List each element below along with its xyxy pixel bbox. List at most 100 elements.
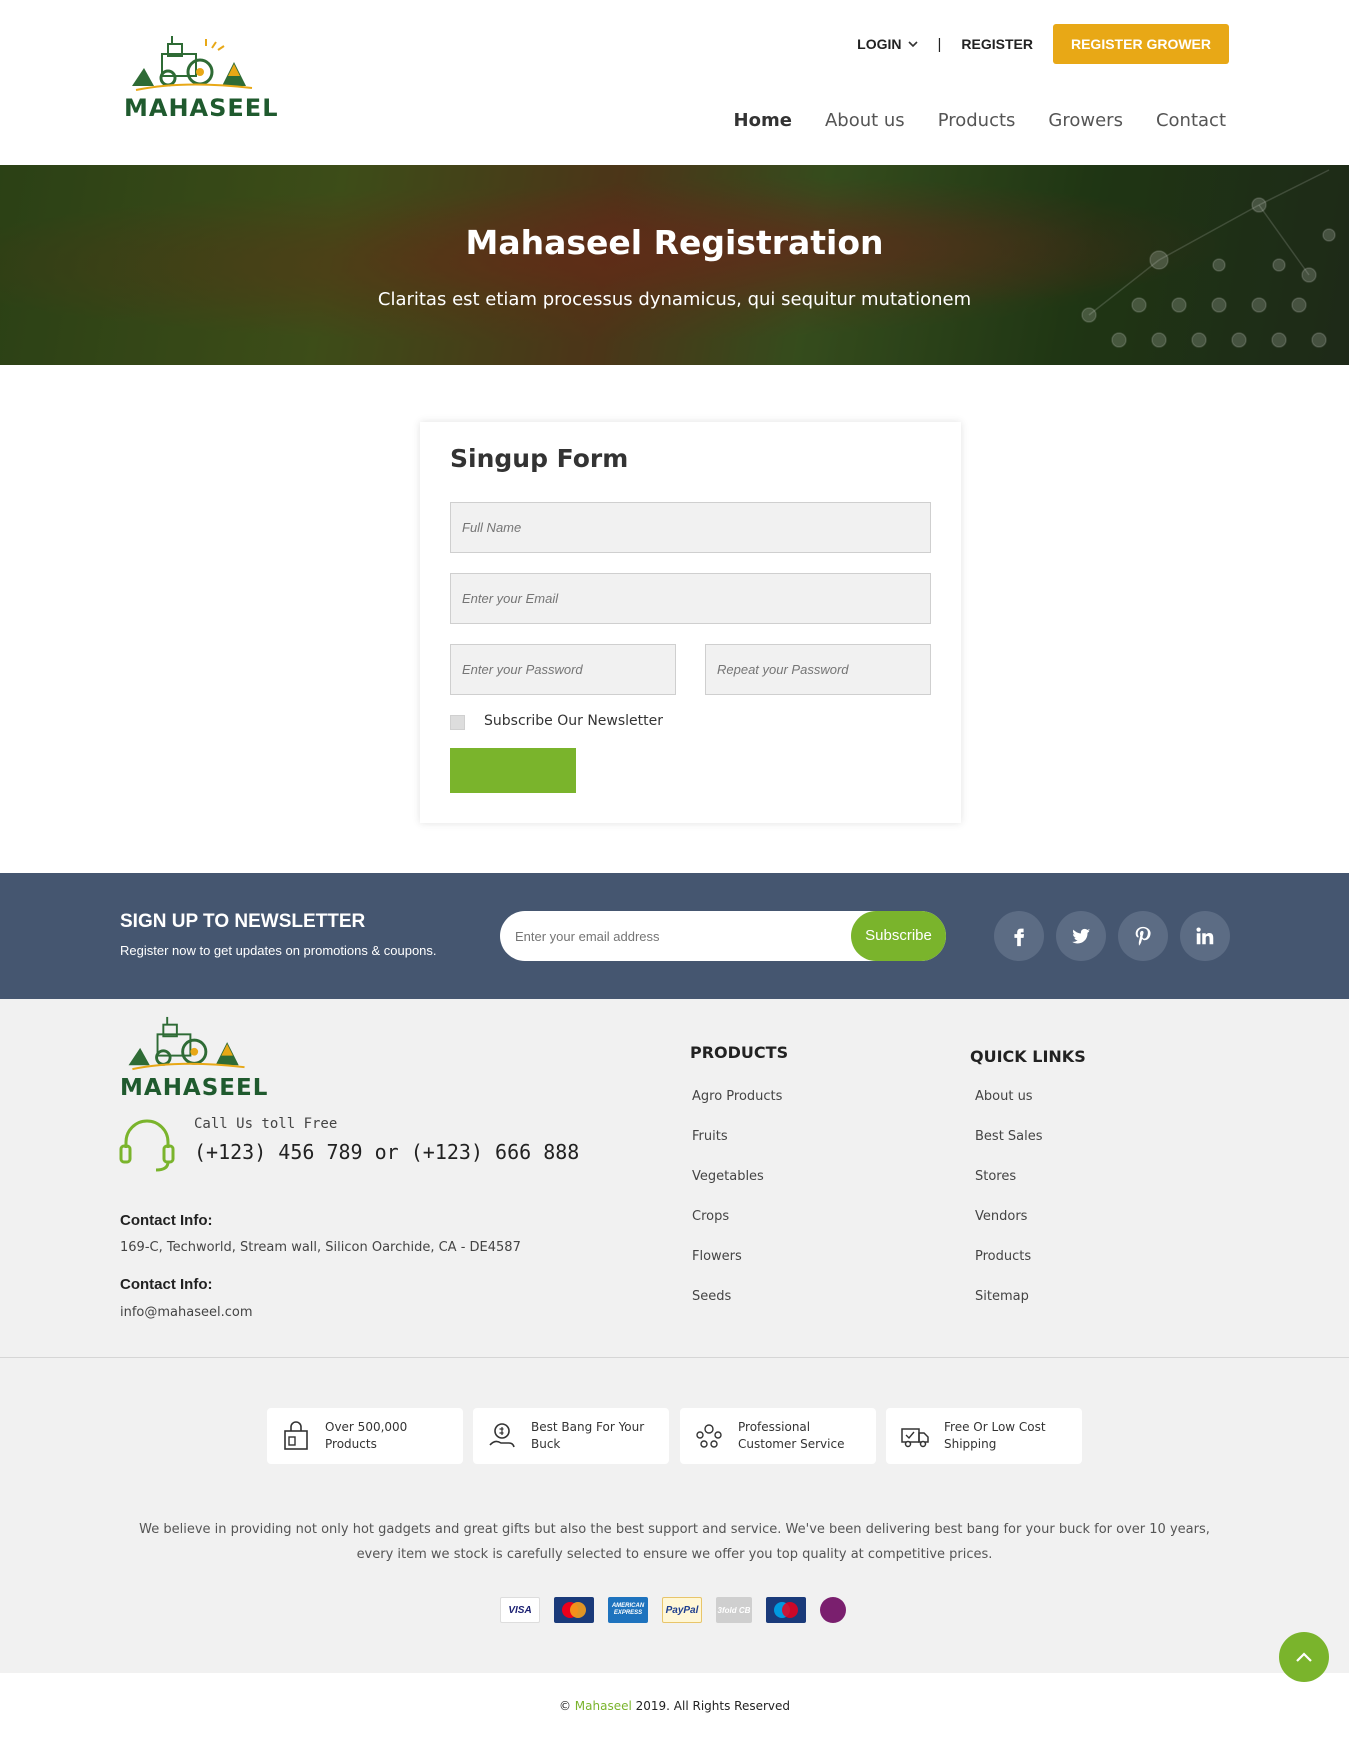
footer-link-sitemap[interactable]: Sitemap <box>975 1289 1043 1329</box>
pinterest-button[interactable] <box>1118 911 1168 961</box>
newsletter-title: SIGN UP TO NEWSLETTER <box>120 911 366 932</box>
mahaseel-logo[interactable]: MAHASEEL <box>124 34 277 122</box>
payment-methods: VISA AMERICAN EXPRESS PayPal 3fold CB <box>500 1597 846 1623</box>
shopping-bag-icon <box>284 1421 308 1450</box>
feature-products-text: Over 500,000 Products <box>325 1419 407 1453</box>
hero-title-bold: Registration <box>653 223 884 262</box>
footer-link-products[interactable]: Products <box>975 1249 1043 1289</box>
register-grower-button[interactable]: REGISTER GROWER <box>1052 24 1229 64</box>
password-input[interactable] <box>450 644 676 695</box>
products-links: Agro Products Fruits Vegetables Crops Fl… <box>692 1089 782 1329</box>
maestro-circles <box>774 1602 798 1618</box>
quick-links-column-title: QUICK LINKS <box>970 1047 1086 1066</box>
mastercard-icon <box>554 1597 594 1623</box>
linkedin-icon <box>1196 927 1214 945</box>
footer-link-crops[interactable]: Crops <box>692 1209 782 1249</box>
back-to-top-button[interactable] <box>1279 1632 1329 1682</box>
feature-shipping: Free Or Low Cost Shipping <box>886 1408 1082 1464</box>
footer-logo[interactable]: MAHASEEL <box>120 1015 267 1101</box>
feature-customer-service: Professional Customer Service <box>680 1408 876 1464</box>
footer-link-flowers[interactable]: Flowers <box>692 1249 782 1289</box>
phone-number[interactable]: (+123) 456 789 or (+123) 666 888 <box>194 1140 579 1164</box>
chevron-up-icon <box>1296 1652 1312 1662</box>
chevron-down-icon <box>907 40 918 47</box>
footer-link-best-sales[interactable]: Best Sales <box>975 1129 1043 1169</box>
nav-home[interactable]: Home <box>734 110 792 131</box>
facebook-icon <box>1014 928 1025 947</box>
contact-address: 169-C, Techworld, Stream wall, Silicon O… <box>120 1240 521 1255</box>
feature-best-bang-line2: Buck <box>531 1437 561 1451</box>
site-header: MAHASEEL LOGIN | REGISTER REGISTER GROWE… <box>0 0 1349 165</box>
feature-best-bang-line1: Best Bang For Your <box>531 1420 645 1434</box>
feature-products: Over 500,000 Products <box>267 1408 463 1464</box>
footer-link-vendors[interactable]: Vendors <box>975 1209 1043 1249</box>
twitter-icon <box>1072 928 1091 944</box>
copyright-brand-link[interactable]: Mahaseel <box>575 1699 632 1713</box>
tractor-logo-icon <box>132 36 253 91</box>
footer-link-stores[interactable]: Stores <box>975 1169 1043 1209</box>
footer-link-agro-products[interactable]: Agro Products <box>692 1089 782 1129</box>
footer-divider <box>0 1357 1349 1358</box>
contact-email[interactable]: info@mahaseel.com <box>120 1305 253 1320</box>
linkedin-button[interactable] <box>1180 911 1230 961</box>
footer-link-vegetables[interactable]: Vegetables <box>692 1169 782 1209</box>
delivery-truck-icon <box>901 1428 929 1448</box>
contact-info-label: Contact Info: <box>120 1212 213 1229</box>
top-bar: LOGIN | REGISTER REGISTER GROWER <box>857 24 1229 64</box>
full-name-input[interactable] <box>450 502 931 553</box>
feature-shipping-line1: Free Or Low Cost <box>944 1420 1046 1434</box>
pinterest-icon <box>1135 926 1151 946</box>
call-label: Call Us toll Free <box>194 1116 338 1132</box>
products-column-title: PRODUCTS <box>690 1043 789 1062</box>
facebook-button[interactable] <box>994 911 1044 961</box>
email-input[interactable] <box>450 573 931 624</box>
main-nav: Home About us Products Growers Contact <box>734 110 1226 131</box>
newsletter-checkbox-label[interactable]: Subscribe Our Newsletter <box>484 713 663 729</box>
feature-customer-service-line1: Professional <box>738 1420 811 1434</box>
nav-about-us[interactable]: About us <box>825 110 905 131</box>
feature-shipping-text: Free Or Low Cost Shipping <box>944 1419 1046 1453</box>
footer-link-seeds[interactable]: Seeds <box>692 1289 782 1329</box>
separator: | <box>937 35 942 53</box>
feature-products-line1: Over 500,000 <box>325 1420 408 1434</box>
hero-subtitle: Claritas est etiam processus dynamicus, … <box>377 289 972 310</box>
network-dots-decoration <box>1081 169 1336 348</box>
quick-links: About us Best Sales Stores Vendors Produ… <box>975 1089 1043 1329</box>
feature-products-line2: Products <box>325 1437 377 1451</box>
contact-info-label-2: Contact Info: <box>120 1276 213 1293</box>
hero-title-light: Mahaseel <box>465 223 643 262</box>
register-link[interactable]: REGISTER <box>961 36 1033 52</box>
signup-submit-button[interactable] <box>450 748 576 793</box>
site-footer: MAHASEEL Call Us toll Free (+123) 456 78… <box>0 999 1349 1682</box>
newsletter-checkbox[interactable] <box>450 715 465 730</box>
newsletter-subtitle: Register now to get updates on promotion… <box>120 943 437 958</box>
signup-form: Singup Form Subscribe Our Newsletter <box>420 422 961 823</box>
money-hand-icon <box>489 1423 515 1448</box>
tractor-logo-icon <box>128 1016 245 1071</box>
footer-logo-wordmark: MAHASEEL <box>120 1075 269 1101</box>
hero-title: Mahaseel Registration <box>0 223 1349 262</box>
3fold-cb-icon: 3fold CB <box>716 1597 752 1623</box>
amex-icon: AMERICAN EXPRESS <box>608 1597 648 1623</box>
login-dropdown[interactable]: LOGIN <box>857 36 918 52</box>
be-smart-icon <box>820 1597 846 1623</box>
feature-customer-service-line2: Customer Service <box>738 1437 845 1451</box>
copyright-bar: © Mahaseel 2019. All Rights Reserved <box>0 1673 1349 1740</box>
copyright-symbol: © <box>558 1699 571 1713</box>
footer-link-about-us[interactable]: About us <box>975 1089 1043 1129</box>
nav-contact[interactable]: Contact <box>1156 110 1226 131</box>
paypal-icon: PayPal <box>662 1597 702 1623</box>
feature-shipping-line2: Shipping <box>944 1437 997 1451</box>
repeat-password-input[interactable] <box>705 644 931 695</box>
footer-link-fruits[interactable]: Fruits <box>692 1129 782 1169</box>
feature-best-bang: Best Bang For Your Buck <box>473 1408 669 1464</box>
subscribe-button[interactable]: Subscribe <box>851 911 946 961</box>
feature-best-bang-text: Best Bang For Your Buck <box>531 1419 644 1453</box>
twitter-button[interactable] <box>1056 911 1106 961</box>
copyright-text: 2019. All Rights Reserved <box>635 1699 791 1713</box>
form-title: Singup Form <box>450 444 629 473</box>
customer-service-icon <box>696 1424 722 1448</box>
visa-icon: VISA <box>500 1597 540 1623</box>
nav-products[interactable]: Products <box>938 110 1016 131</box>
nav-growers[interactable]: Growers <box>1048 110 1123 131</box>
